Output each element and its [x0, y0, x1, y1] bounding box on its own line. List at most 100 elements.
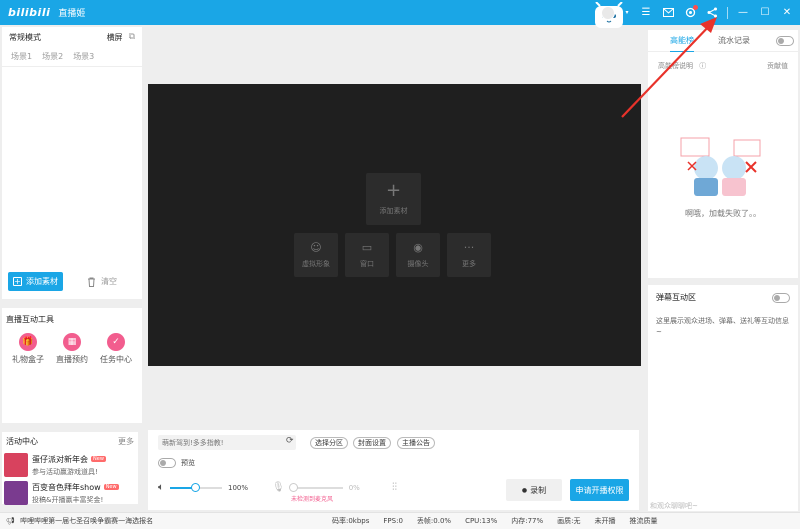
mic-warning: 未检测到麦克风 [291, 496, 334, 503]
stat-cpu: CPU:13% [465, 517, 498, 525]
close-icon[interactable]: ✕ [780, 6, 794, 20]
rules-label: 高能榜说明 [658, 62, 693, 70]
add-source-button[interactable]: + 添加素材 [8, 272, 63, 291]
chevron-down-icon[interactable]: ▾ [623, 6, 631, 20]
load-error-text: 啊哦，加载失败了。。 [685, 209, 761, 218]
titlebar-divider [727, 6, 728, 19]
preview-toggle-row: 预览 [158, 458, 195, 468]
preview-stage[interactable]: + 添加素材 ☺ 虚拟形象 ▭ 窗口 ◉ 摄像头 ··· 更多 [148, 84, 641, 366]
tool-task-center[interactable]: ✓ 任务中心 [100, 333, 132, 365]
tab-scene-1[interactable]: 场景1 [11, 51, 32, 62]
source-label: 更多 [462, 260, 476, 268]
mic-knob[interactable] [288, 482, 298, 492]
apply-live-button[interactable]: 申请开播权限 [570, 479, 629, 501]
ranking-toggle[interactable] [776, 36, 794, 46]
activity-item-desc: 参与活动赢游戏道具! [32, 467, 98, 476]
mic-slider[interactable] [288, 482, 343, 492]
stat-memory: 内存:77% [511, 517, 544, 525]
clear-button[interactable]: 清空 [87, 276, 117, 287]
stat-stream-quality: 推流质量 [629, 517, 658, 525]
mail-icon[interactable] [661, 6, 675, 20]
source-virtual-avatar[interactable]: ☺ 虚拟形象 [294, 233, 338, 277]
danmaku-title: 弹幕互动区 [656, 293, 696, 302]
minimize-icon[interactable]: — [736, 6, 750, 20]
copy-icon[interactable]: ⧉ [129, 32, 135, 42]
equalizer-icon[interactable]: ⫶⫶ [392, 482, 397, 493]
danmaku-panel: 弹幕互动区 这里展示观众进场、弹幕、送礼等互动信息~ 和观众聊聊吧~ [648, 285, 798, 511]
tab-flow-record[interactable]: 流水记录 [718, 30, 750, 52]
activity-more-link[interactable]: 更多 [118, 436, 134, 447]
titlebar-controls: ▾ ☰ — ☐ ✕ [601, 0, 794, 25]
add-source-tile-label: 添加素材 [379, 207, 408, 215]
tool-label: 任务中心 [100, 355, 132, 364]
activity-item[interactable]: 蛋仔派对新年会 New 参与活动赢游戏道具! [2, 451, 138, 479]
control-panel: ⟳ 选择分区 封面设置 主播公告 预览 🔈︎ 100% 🎙︎ 0% 未检测到麦克… [148, 430, 639, 510]
volume-knob[interactable] [190, 482, 200, 492]
select-category-button[interactable]: 选择分区 [310, 437, 348, 449]
menu-icon[interactable]: ☰ [639, 6, 653, 20]
error-illustration [680, 137, 761, 196]
record-button[interactable]: ● 录制 [506, 479, 562, 501]
activity-title: 活动中心 [6, 437, 38, 446]
scene-panel: 常规模式 横屏 ⧉ 场景1 场景2 场景3 + 添加素材 清空 [2, 27, 142, 299]
tool-gift-box[interactable]: 🎁 礼物盒子 [12, 333, 44, 365]
volume-row: 🔈︎ 100% 🎙︎ 0% [158, 482, 360, 493]
scene-tabs: 场景1 场景2 场景3 [2, 47, 142, 67]
danmaku-toggle[interactable] [772, 292, 790, 303]
speaker-icon[interactable]: 🔈︎ [158, 482, 164, 493]
volume-value: 100% [228, 483, 249, 492]
source-window[interactable]: ▭ 窗口 [345, 233, 389, 277]
plus-icon: + [13, 277, 22, 286]
cover-settings-button[interactable]: 封面设置 [353, 437, 391, 449]
stat-quality: 画质:无 [557, 517, 581, 525]
ranking-panel: 高能榜 流水记录 高能榜说明 ⓘ 贡献值 啊哦，加载失败了。。 [648, 30, 798, 278]
add-source-tile[interactable]: + 添加素材 [366, 173, 421, 225]
chat-input-placeholder[interactable]: 和观众聊聊吧~ [650, 501, 698, 511]
stat-dropped-frames: 丢帧:0.0% [416, 517, 452, 525]
notification-dot [693, 4, 698, 10]
volume-slider[interactable] [170, 482, 222, 492]
source-camera[interactable]: ◉ 摄像头 [396, 233, 440, 277]
source-label: 摄像头 [407, 260, 429, 268]
trash-icon [88, 277, 95, 287]
activity-thumbnail [4, 453, 28, 477]
source-more[interactable]: ··· 更多 [447, 233, 491, 277]
refresh-icon[interactable]: ⟳ [286, 436, 294, 446]
title-bar: bilibili 直播姬 ▾ ☰ — ☐ ✕ [0, 0, 800, 28]
danmaku-desc: 这里展示观众进场、弹幕、送礼等互动信息~ [656, 317, 789, 336]
avatar-icon: ☺ [310, 241, 322, 254]
settings-icon[interactable] [683, 4, 698, 20]
contribution-label: 贡献值 [767, 62, 788, 70]
tool-live-reservation[interactable]: ▦ 直播预约 [56, 333, 88, 365]
help-icon: ⓘ [699, 62, 707, 70]
orientation-toggle[interactable]: 横屏 [107, 32, 123, 43]
announcement-button[interactable]: 主播公告 [397, 437, 435, 449]
tool-label: 直播预约 [56, 355, 88, 364]
tab-high-energy[interactable]: 高能榜 [670, 30, 694, 52]
stat-fps: FPS:0 [383, 517, 403, 525]
activity-thumbnail [4, 481, 28, 505]
stat-bitrate: 码率:0kbps [332, 517, 370, 525]
plus-icon: + [385, 180, 402, 201]
tab-scene-2[interactable]: 场景2 [42, 51, 63, 62]
maximize-icon[interactable]: ☐ [758, 6, 772, 20]
tool-label: 礼物盒子 [12, 355, 44, 364]
record-dot-icon: ● [521, 486, 528, 494]
new-badge: New [103, 484, 119, 490]
preview-toggle[interactable] [158, 458, 176, 468]
new-badge: New [91, 456, 106, 462]
announcement-ticker[interactable]: 📢︎ 哔哩哔哩第一届七圣召唤争霸赛一海选报名 [6, 516, 332, 526]
share-icon[interactable] [705, 6, 719, 20]
source-label: 虚拟形象 [302, 260, 330, 268]
app-name: 直播姬 [58, 9, 86, 19]
activity-item-title: 蛋仔派对新年会 [32, 454, 88, 464]
tab-scene-3[interactable]: 场景3 [73, 51, 94, 62]
user-avatar[interactable] [601, 5, 615, 20]
clear-label: 清空 [101, 277, 117, 286]
activity-item[interactable]: 百变音色拜年show New 投稿&开播赢丰富奖金! [2, 479, 138, 507]
microphone-icon[interactable]: 🎙︎ [272, 482, 285, 493]
stream-title-input[interactable] [158, 435, 296, 450]
rules-link[interactable]: 高能榜说明 ⓘ [658, 61, 706, 71]
mic-value: 0% [348, 483, 360, 492]
record-label: 录制 [530, 485, 547, 495]
